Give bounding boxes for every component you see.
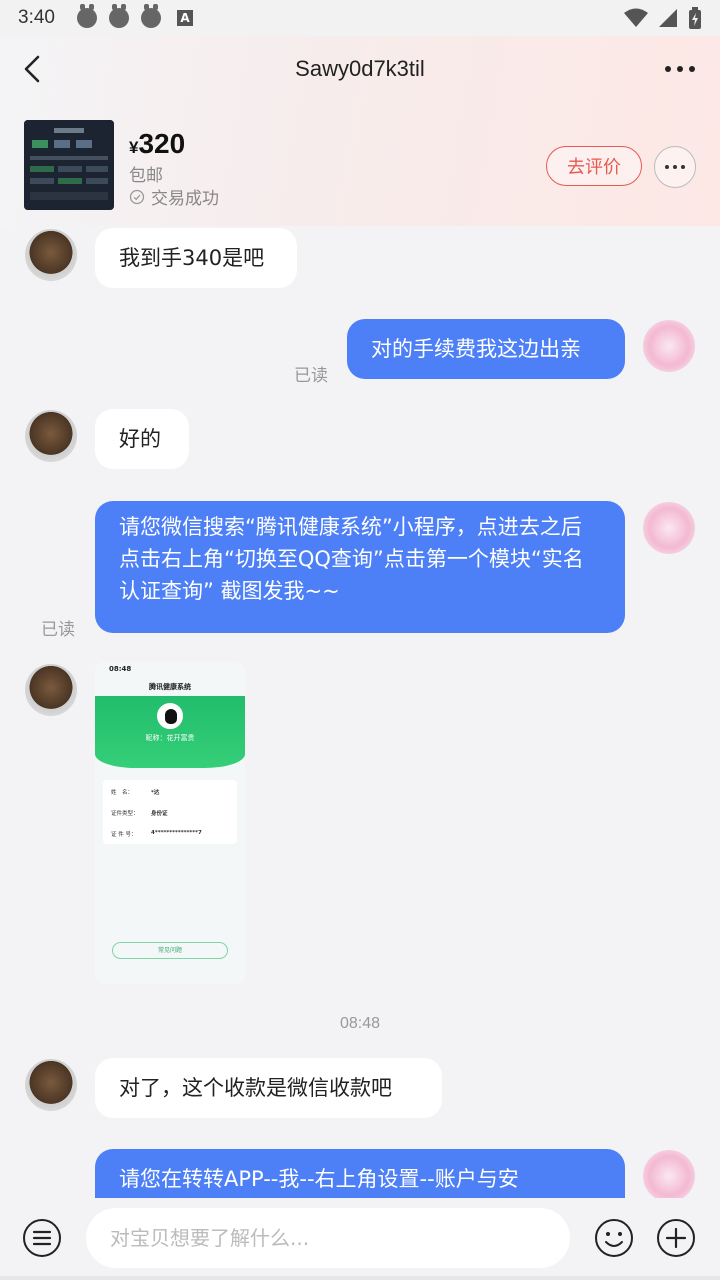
image-field-name-label: 姓 名： [111,790,134,796]
image-field-id-value: 4***************7 [151,830,202,836]
image-message[interactable]: 08:48 腾讯健康系统 昵称：花开富贵 姓 名： *达 证件类型： 身份证 证… [95,662,245,984]
seller-avatar[interactable] [25,664,77,716]
image-info-card: 姓 名： *达 证件类型： 身份证 证 件 号： 4**************… [103,780,237,844]
my-avatar[interactable] [643,320,695,372]
message-bubble[interactable]: 对了，这个收款是微信收款吧 [95,1058,442,1118]
emoji-icon[interactable] [594,1218,634,1258]
gesture-bar [0,1276,720,1280]
input-bar [0,1198,720,1280]
status-bar: 3:40 A [0,0,720,36]
price-value: 320 [138,128,186,159]
image-faq-button: 常见问题 [112,942,228,959]
menu-icon[interactable] [22,1218,62,1258]
review-button[interactable]: 去评价 [546,146,642,186]
my-avatar[interactable] [643,1150,695,1198]
page-title: Sawy0d7k3til [295,56,425,81]
status-time: 3:40 [18,7,55,28]
message-bubble[interactable]: 好的 [95,409,189,469]
seller-avatar[interactable] [25,410,77,462]
plus-icon[interactable] [656,1218,696,1258]
more-dots-icon[interactable] [662,58,698,80]
time-separator: 08:48 [339,1015,381,1032]
image-title: 腾讯健康系统 [149,683,191,691]
message-input[interactable] [86,1208,570,1268]
battery-icon [689,7,701,29]
read-status: 已读 [41,620,75,640]
read-status: 已读 [294,366,328,386]
image-field-name-value: *达 [151,790,160,796]
trade-status: 交易成功 [129,184,219,209]
qq-penguin-icon [157,703,183,729]
image-field-id-label: 证 件 号： [111,832,137,838]
android-bug-icon [108,4,129,28]
product-more-button[interactable] [654,146,696,188]
my-avatar[interactable] [643,502,695,554]
seller-avatar[interactable] [25,229,77,281]
message-bubble[interactable]: 请您微信搜索“腾讯健康系统”小程序，点进去之后点击右上角“切换至QQ查询”点击第… [95,501,625,633]
status-right-icons [624,7,702,29]
wifi-icon [624,8,648,27]
nav-bar: Sawy0d7k3til [0,36,720,106]
android-bug-icon [76,4,97,28]
more-dots-icon [665,165,685,169]
message-bubble[interactable]: 我到手340是吧 [95,228,297,288]
image-status-time: 08:48 [109,665,132,673]
seller-avatar[interactable] [25,1059,77,1111]
chat-header: Sawy0d7k3til ¥320 包邮 交易成功 去评价 [0,36,720,226]
android-bug-icon [140,4,161,28]
image-field-type-label: 证件类型： [111,811,139,817]
shipping-label: 包邮 [129,166,163,186]
trade-status-text: 交易成功 [151,189,219,209]
image-field-type-value: 身份证 [151,811,168,817]
product-thumbnail[interactable] [24,120,114,210]
product-price: ¥320 [129,128,185,160]
message-bubble[interactable]: 请您在转转APP--我--右上角设置--账户与安 [95,1149,625,1198]
message-bubble[interactable]: 对的手续费我这边出亲 [347,319,625,379]
signal-icon [659,9,677,27]
chat-list[interactable]: 我到手340是吧 已读 对的手续费我这边出亲 好的 已读 请您微信搜索“腾讯健康… [0,226,720,1198]
product-screenshot-thumbnail [24,120,114,210]
a-letter-icon: A [176,10,193,26]
check-circle-icon [129,189,145,204]
image-nickname: 昵称：花开富贵 [145,734,195,742]
